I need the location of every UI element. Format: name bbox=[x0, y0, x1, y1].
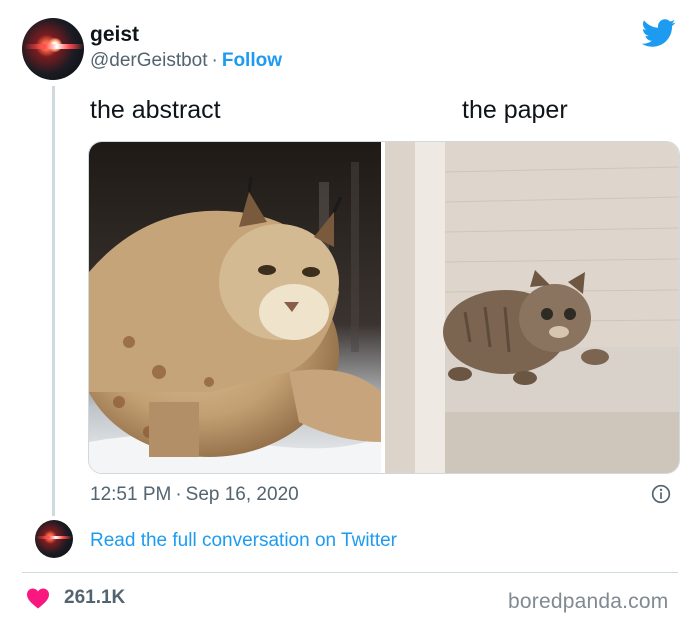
caption-left: the abstract bbox=[90, 96, 221, 124]
author-name[interactable]: geist bbox=[90, 23, 139, 47]
tweet-date: Sep 16, 2020 bbox=[185, 484, 299, 505]
timestamp-separator: · bbox=[175, 484, 182, 505]
thread-line bbox=[52, 86, 55, 516]
boredpanda-watermark: boredpanda.com bbox=[508, 590, 669, 613]
follow-button[interactable]: Follow bbox=[222, 50, 282, 71]
cat-photo[interactable] bbox=[385, 142, 679, 473]
tweet-time: 12:51 PM bbox=[90, 484, 172, 505]
author-avatar[interactable] bbox=[22, 18, 84, 80]
divider bbox=[22, 572, 678, 573]
caption-right: the paper bbox=[462, 96, 568, 124]
info-icon[interactable] bbox=[651, 484, 671, 504]
read-conversation-link[interactable]: Read the full conversation on Twitter bbox=[90, 530, 397, 552]
reply-avatar[interactable] bbox=[35, 520, 73, 558]
tweet-photos bbox=[88, 141, 680, 474]
handle-separator: · bbox=[211, 50, 218, 71]
twitter-bird-icon[interactable] bbox=[642, 16, 676, 50]
author-handle-row: @derGeistbot · Follow bbox=[90, 50, 282, 72]
heart-icon[interactable] bbox=[26, 587, 50, 609]
lynx-photo[interactable] bbox=[89, 142, 381, 473]
tweet-timestamp[interactable]: 12:51 PM · Sep 16, 2020 bbox=[90, 484, 299, 506]
author-handle[interactable]: @derGeistbot bbox=[90, 50, 208, 71]
like-count: 261.1K bbox=[64, 587, 126, 608]
